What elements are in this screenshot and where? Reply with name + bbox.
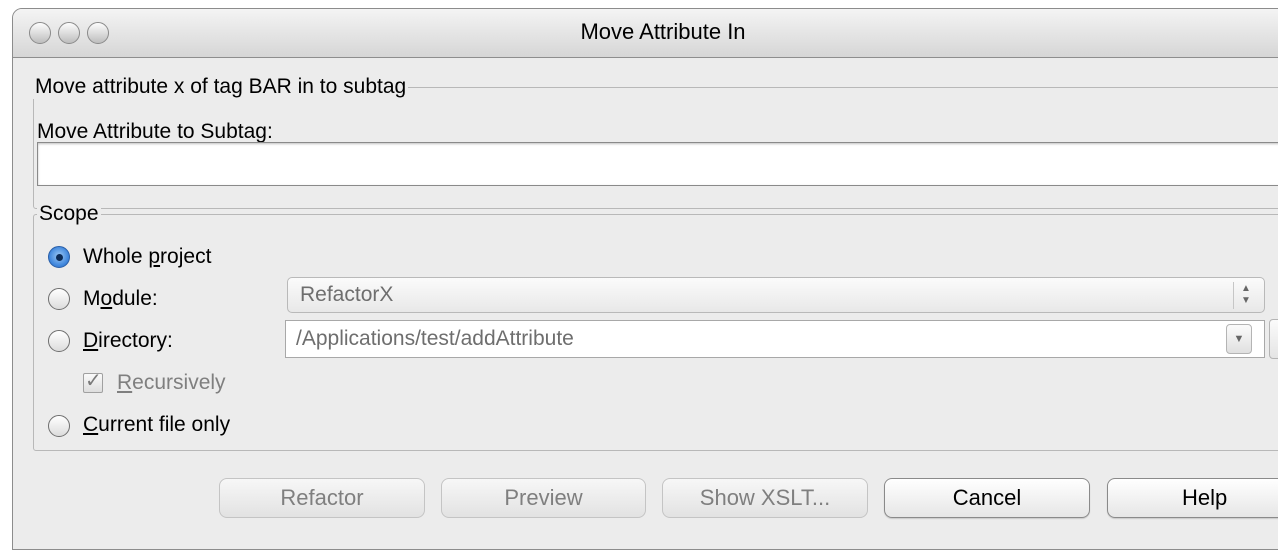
directory-dropdown-button[interactable]: ▼ [1226, 324, 1252, 354]
label-whole-project[interactable]: Whole project [83, 244, 211, 270]
directory-browse-button[interactable] [1269, 319, 1278, 359]
window-title: Move Attribute In [580, 19, 746, 44]
radio-module[interactable] [48, 288, 70, 310]
directory-value: /Applications/test/addAttribute [296, 327, 574, 350]
cancel-button[interactable]: Cancel [884, 478, 1090, 518]
chevron-down-icon: ▼ [1233, 333, 1245, 345]
scope-legend: Scope [37, 202, 101, 226]
title-bar: Move Attribute In [13, 9, 1278, 58]
checkmark-icon: ✓ [85, 370, 102, 392]
radio-current-file[interactable] [48, 415, 70, 437]
checkbox-recursively[interactable]: ✓ [83, 370, 103, 393]
subtag-input[interactable] [37, 142, 1278, 186]
preview-button[interactable]: Preview [441, 478, 646, 518]
up-down-arrows-icon: ▲ ▼ [1233, 282, 1258, 309]
label-current-file[interactable]: Current file only [83, 412, 230, 438]
help-button[interactable]: Help [1107, 478, 1278, 518]
label-recursively[interactable]: Recursively [117, 370, 226, 396]
module-select-value: RefactorX [300, 283, 394, 306]
show-xslt-button[interactable]: Show XSLT... [662, 478, 868, 518]
label-module[interactable]: Module: [83, 286, 158, 312]
dialog-window: Move Attribute In Move attribute x of ta… [12, 8, 1278, 550]
module-select[interactable]: RefactorX ▲ ▼ [287, 277, 1265, 313]
label-directory[interactable]: Directory: [83, 328, 173, 354]
subtag-group-legend: Move attribute x of tag BAR in to subtag [33, 75, 409, 99]
refactor-button[interactable]: Refactor [219, 478, 425, 518]
radio-whole-project[interactable] [48, 246, 70, 268]
radio-directory[interactable] [48, 330, 70, 352]
directory-combo[interactable]: /Applications/test/addAttribute [285, 320, 1265, 358]
